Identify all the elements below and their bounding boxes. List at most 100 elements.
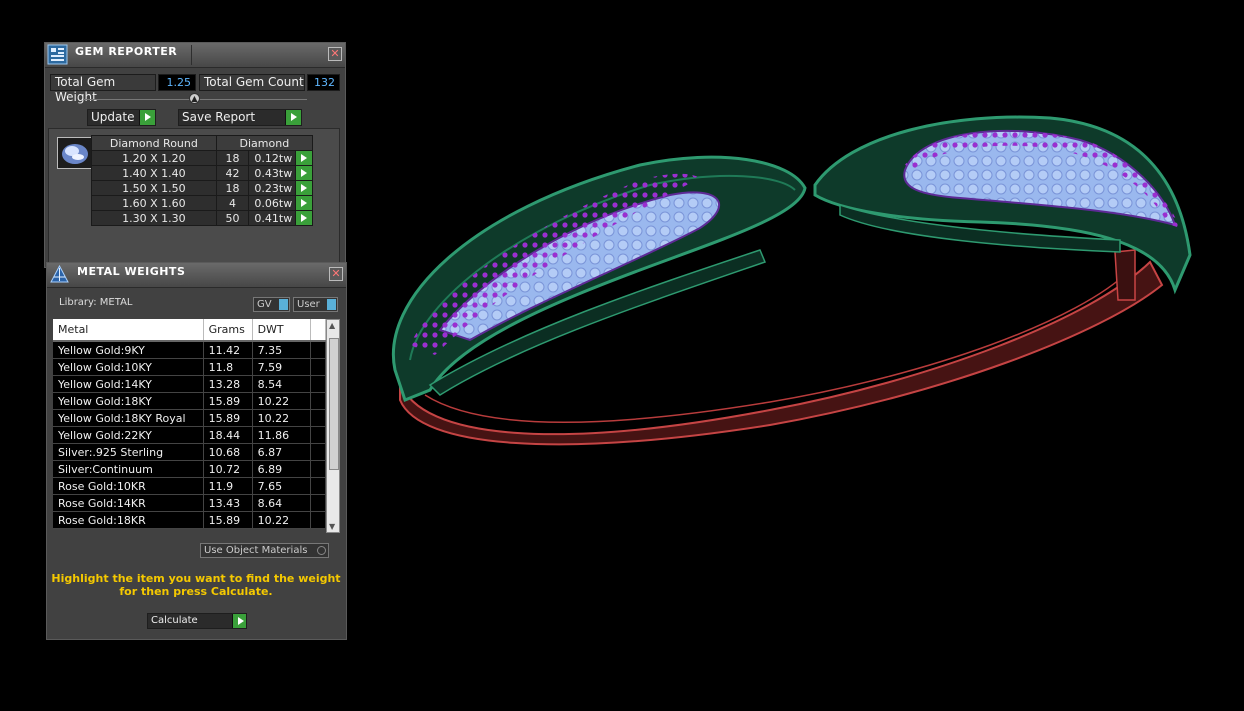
metal-table: Metal Grams DWT Yellow Gold:9KY 11.42 7.35… bbox=[53, 319, 326, 529]
row-spacer bbox=[310, 511, 326, 529]
metal-dwt: 7.59 bbox=[252, 358, 312, 376]
metal-dwt: 8.64 bbox=[252, 494, 312, 512]
total-gem-weight-label: Total Gem Weight bbox=[50, 74, 156, 104]
gem-size: 1.40 X 1.40 bbox=[91, 165, 217, 181]
metal-table-header: Metal Grams DWT bbox=[53, 319, 326, 342]
row-spacer bbox=[310, 443, 326, 461]
column-header-dwt[interactable]: DWT bbox=[252, 319, 312, 342]
metal-grams: 15.89 bbox=[203, 409, 253, 427]
metal-dwt: 10.22 bbox=[252, 392, 312, 410]
gem-reporter-panel: GEM REPORTER ✕ Total Gem Weight 1.25 Tot… bbox=[44, 42, 346, 268]
metal-row[interactable]: Yellow Gold:18KY Royal 15.89 10.22 bbox=[53, 409, 326, 427]
metal-grams: 18.44 bbox=[203, 426, 253, 444]
gem-size: 1.60 X 1.60 bbox=[91, 195, 217, 211]
gem-table: Diamond Round Diamond 1.20 X 1.20 18 0.1… bbox=[91, 135, 314, 226]
metal-name: Rose Gold:18KR bbox=[53, 511, 204, 529]
gem-count: 18 bbox=[215, 180, 250, 196]
metal-dwt: 6.87 bbox=[252, 443, 312, 461]
gem-type-header: Diamond Round bbox=[91, 135, 217, 151]
title-separator bbox=[191, 45, 192, 65]
metal-row[interactable]: Silver:.925 Sterling 10.68 6.87 bbox=[53, 443, 326, 461]
scroll-down-icon[interactable]: ▼ bbox=[329, 522, 335, 531]
gem-reporter-title: GEM REPORTER bbox=[75, 45, 178, 58]
metal-row[interactable]: Silver:Continuum 10.72 6.89 bbox=[53, 460, 326, 478]
bangle-render bbox=[392, 115, 1192, 446]
gem-table-header: Diamond Round Diamond bbox=[91, 135, 314, 151]
viewport[interactable] bbox=[350, 0, 1244, 711]
metal-row[interactable]: Yellow Gold:9KY 11.42 7.35 bbox=[53, 341, 326, 359]
gem-weight: 0.12tw bbox=[248, 150, 297, 166]
metal-row[interactable]: Yellow Gold:10KY 11.8 7.59 bbox=[53, 358, 326, 376]
metal-dwt: 7.35 bbox=[252, 341, 312, 359]
go-arrow-icon[interactable] bbox=[295, 150, 313, 166]
use-object-materials-label: Use Object Materials bbox=[204, 545, 308, 556]
go-arrow-icon bbox=[285, 110, 301, 125]
metal-dwt: 11.86 bbox=[252, 426, 312, 444]
close-icon[interactable]: ✕ bbox=[328, 47, 342, 61]
go-arrow-icon bbox=[139, 110, 155, 125]
row-spacer bbox=[310, 392, 326, 410]
go-arrow-icon[interactable] bbox=[295, 180, 313, 196]
row-spacer bbox=[310, 409, 326, 427]
metal-grams: 11.8 bbox=[203, 358, 253, 376]
total-gem-count-label: Total Gem Count bbox=[199, 74, 305, 91]
hint-line-1: Highlight the item you want to find the … bbox=[51, 572, 341, 585]
metal-grams: 13.43 bbox=[203, 494, 253, 512]
total-gem-weight-value: 1.25 bbox=[158, 74, 196, 91]
gem-weight: 0.41tw bbox=[248, 210, 297, 226]
scrollbar-thumb[interactable] bbox=[329, 338, 339, 470]
metal-dwt: 8.54 bbox=[252, 375, 312, 393]
gem-material-header: Diamond bbox=[215, 135, 314, 151]
metal-grams: 15.89 bbox=[203, 392, 253, 410]
metal-table-scrollbar[interactable]: ▲ ▼ bbox=[326, 319, 340, 533]
diamond-round-icon bbox=[57, 137, 93, 169]
row-spacer bbox=[310, 477, 326, 495]
gem-row[interactable]: 1.20 X 1.20 18 0.12tw bbox=[91, 150, 313, 166]
metal-grams: 15.89 bbox=[203, 511, 253, 529]
save-report-button[interactable]: Save Report bbox=[178, 109, 302, 126]
gem-count: 4 bbox=[215, 195, 250, 211]
calculate-button[interactable]: Calculate bbox=[147, 613, 247, 629]
column-header-grams[interactable]: Grams bbox=[203, 319, 253, 342]
metal-row[interactable]: Rose Gold:18KR 15.89 10.22 bbox=[53, 511, 326, 529]
gem-count: 50 bbox=[215, 210, 250, 226]
scroll-up-icon[interactable]: ▲ bbox=[329, 321, 335, 330]
calculate-hint: Highlight the item you want to find the … bbox=[47, 572, 345, 598]
metal-name: Rose Gold:10KR bbox=[53, 477, 204, 495]
update-label: Update bbox=[91, 110, 135, 124]
row-spacer bbox=[310, 460, 326, 478]
gem-row[interactable]: 1.30 X 1.30 50 0.41tw bbox=[91, 210, 313, 226]
go-arrow-icon[interactable] bbox=[295, 165, 313, 181]
row-spacer bbox=[310, 426, 326, 444]
collapse-up-icon[interactable]: ▲ bbox=[189, 93, 200, 104]
row-spacer bbox=[310, 358, 326, 376]
go-arrow-icon[interactable] bbox=[295, 210, 313, 226]
metal-row[interactable]: Rose Gold:10KR 11.9 7.65 bbox=[53, 477, 326, 495]
gem-reporter-titlebar[interactable]: GEM REPORTER ✕ bbox=[45, 43, 345, 68]
gem-count: 18 bbox=[215, 150, 250, 166]
metal-name: Silver:Continuum bbox=[53, 460, 204, 478]
gem-list-area: Diamond Round Diamond 1.20 X 1.20 18 0.1… bbox=[48, 128, 340, 268]
metal-grams: 11.9 bbox=[203, 477, 253, 495]
gem-row[interactable]: 1.50 X 1.50 18 0.23tw bbox=[91, 180, 313, 196]
metal-dwt: 6.89 bbox=[252, 460, 312, 478]
update-button[interactable]: Update bbox=[87, 109, 156, 126]
column-header-metal[interactable]: Metal bbox=[53, 319, 204, 342]
metal-grams: 11.42 bbox=[203, 341, 253, 359]
gem-row[interactable]: 1.60 X 1.60 4 0.06tw bbox=[91, 195, 313, 211]
metal-dwt: 10.22 bbox=[252, 409, 312, 427]
gem-weight: 0.23tw bbox=[248, 180, 297, 196]
metal-row[interactable]: Yellow Gold:14KY 13.28 8.54 bbox=[53, 375, 326, 393]
radio-icon bbox=[317, 546, 326, 555]
metal-name: Yellow Gold:14KY bbox=[53, 375, 204, 393]
total-gem-count-value: 132 bbox=[307, 74, 340, 91]
use-object-materials-toggle[interactable]: Use Object Materials bbox=[200, 543, 329, 558]
metal-row[interactable]: Rose Gold:14KR 13.43 8.64 bbox=[53, 494, 326, 512]
row-spacer bbox=[310, 375, 326, 393]
metal-dwt: 7.65 bbox=[252, 477, 312, 495]
calculate-label: Calculate bbox=[151, 615, 198, 626]
metal-row[interactable]: Yellow Gold:22KY 18.44 11.86 bbox=[53, 426, 326, 444]
gem-row[interactable]: 1.40 X 1.40 42 0.43tw bbox=[91, 165, 313, 181]
metal-row[interactable]: Yellow Gold:18KY 15.89 10.22 bbox=[53, 392, 326, 410]
go-arrow-icon[interactable] bbox=[295, 195, 313, 211]
